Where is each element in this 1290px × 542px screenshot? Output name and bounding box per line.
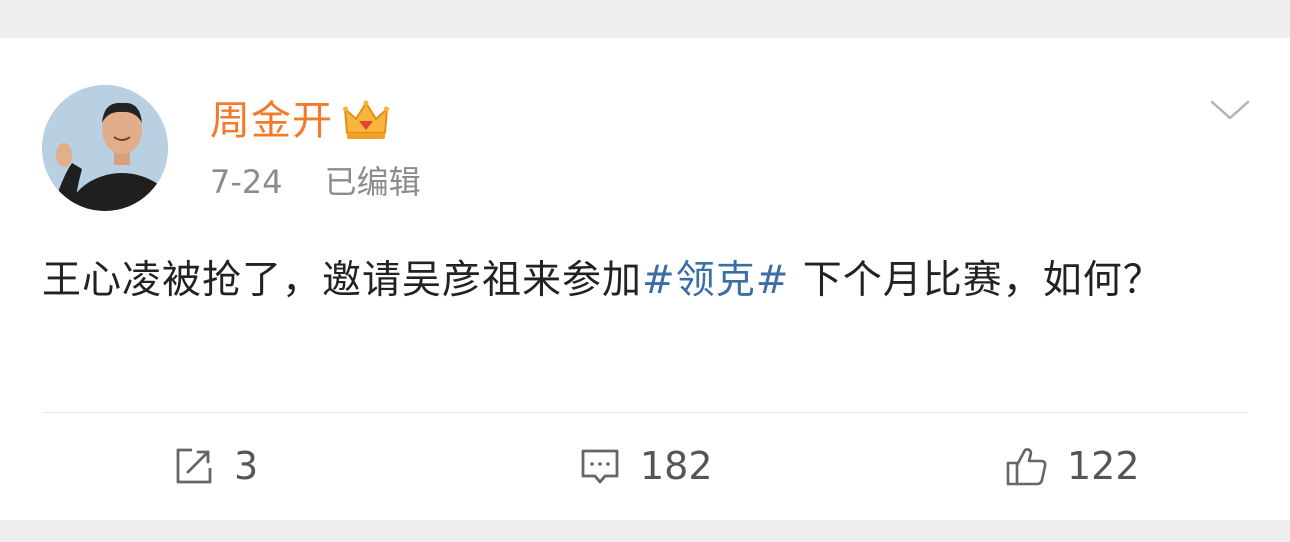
post-text: 王心凌被抢了，邀请吴彦祖来参加#领克# 下个月比赛，如何？ [42,250,1242,312]
crown-icon[interactable] [343,99,389,143]
thumbs-up-icon [1005,444,1049,488]
chevron-down-icon[interactable] [1208,96,1252,124]
post-meta: 7-24 已编辑 [210,162,421,202]
repost-count: 3 [234,444,259,488]
author-row: 周金开 [210,96,389,146]
post-date[interactable]: 7-24 [210,162,283,202]
repost-icon [172,444,216,488]
post-text-part: 下个月比赛，如何？ [789,258,1163,303]
post-text-part: 王心凌被抢了，邀请吴彦祖来参加 [42,258,643,303]
post-card: 周金开 7-24 已编辑 王心凌被抢了，邀请吴彦祖来参加#领克# 下个月比赛，如… [0,38,1290,520]
feed-gap-bottom [0,520,1290,542]
edited-label[interactable]: 已编辑 [325,162,421,202]
feed-gap-top [0,0,1290,38]
divider [42,412,1248,413]
hashtag-link[interactable]: #领克# [642,258,789,303]
like-button[interactable]: 122 [1005,438,1140,494]
avatar[interactable] [42,85,168,211]
like-count: 122 [1067,444,1140,488]
comment-icon [578,444,622,488]
comment-count: 182 [640,444,713,488]
comment-button[interactable]: 182 [578,438,713,494]
repost-button[interactable]: 3 [172,438,258,494]
username[interactable]: 周金开 [210,96,333,146]
